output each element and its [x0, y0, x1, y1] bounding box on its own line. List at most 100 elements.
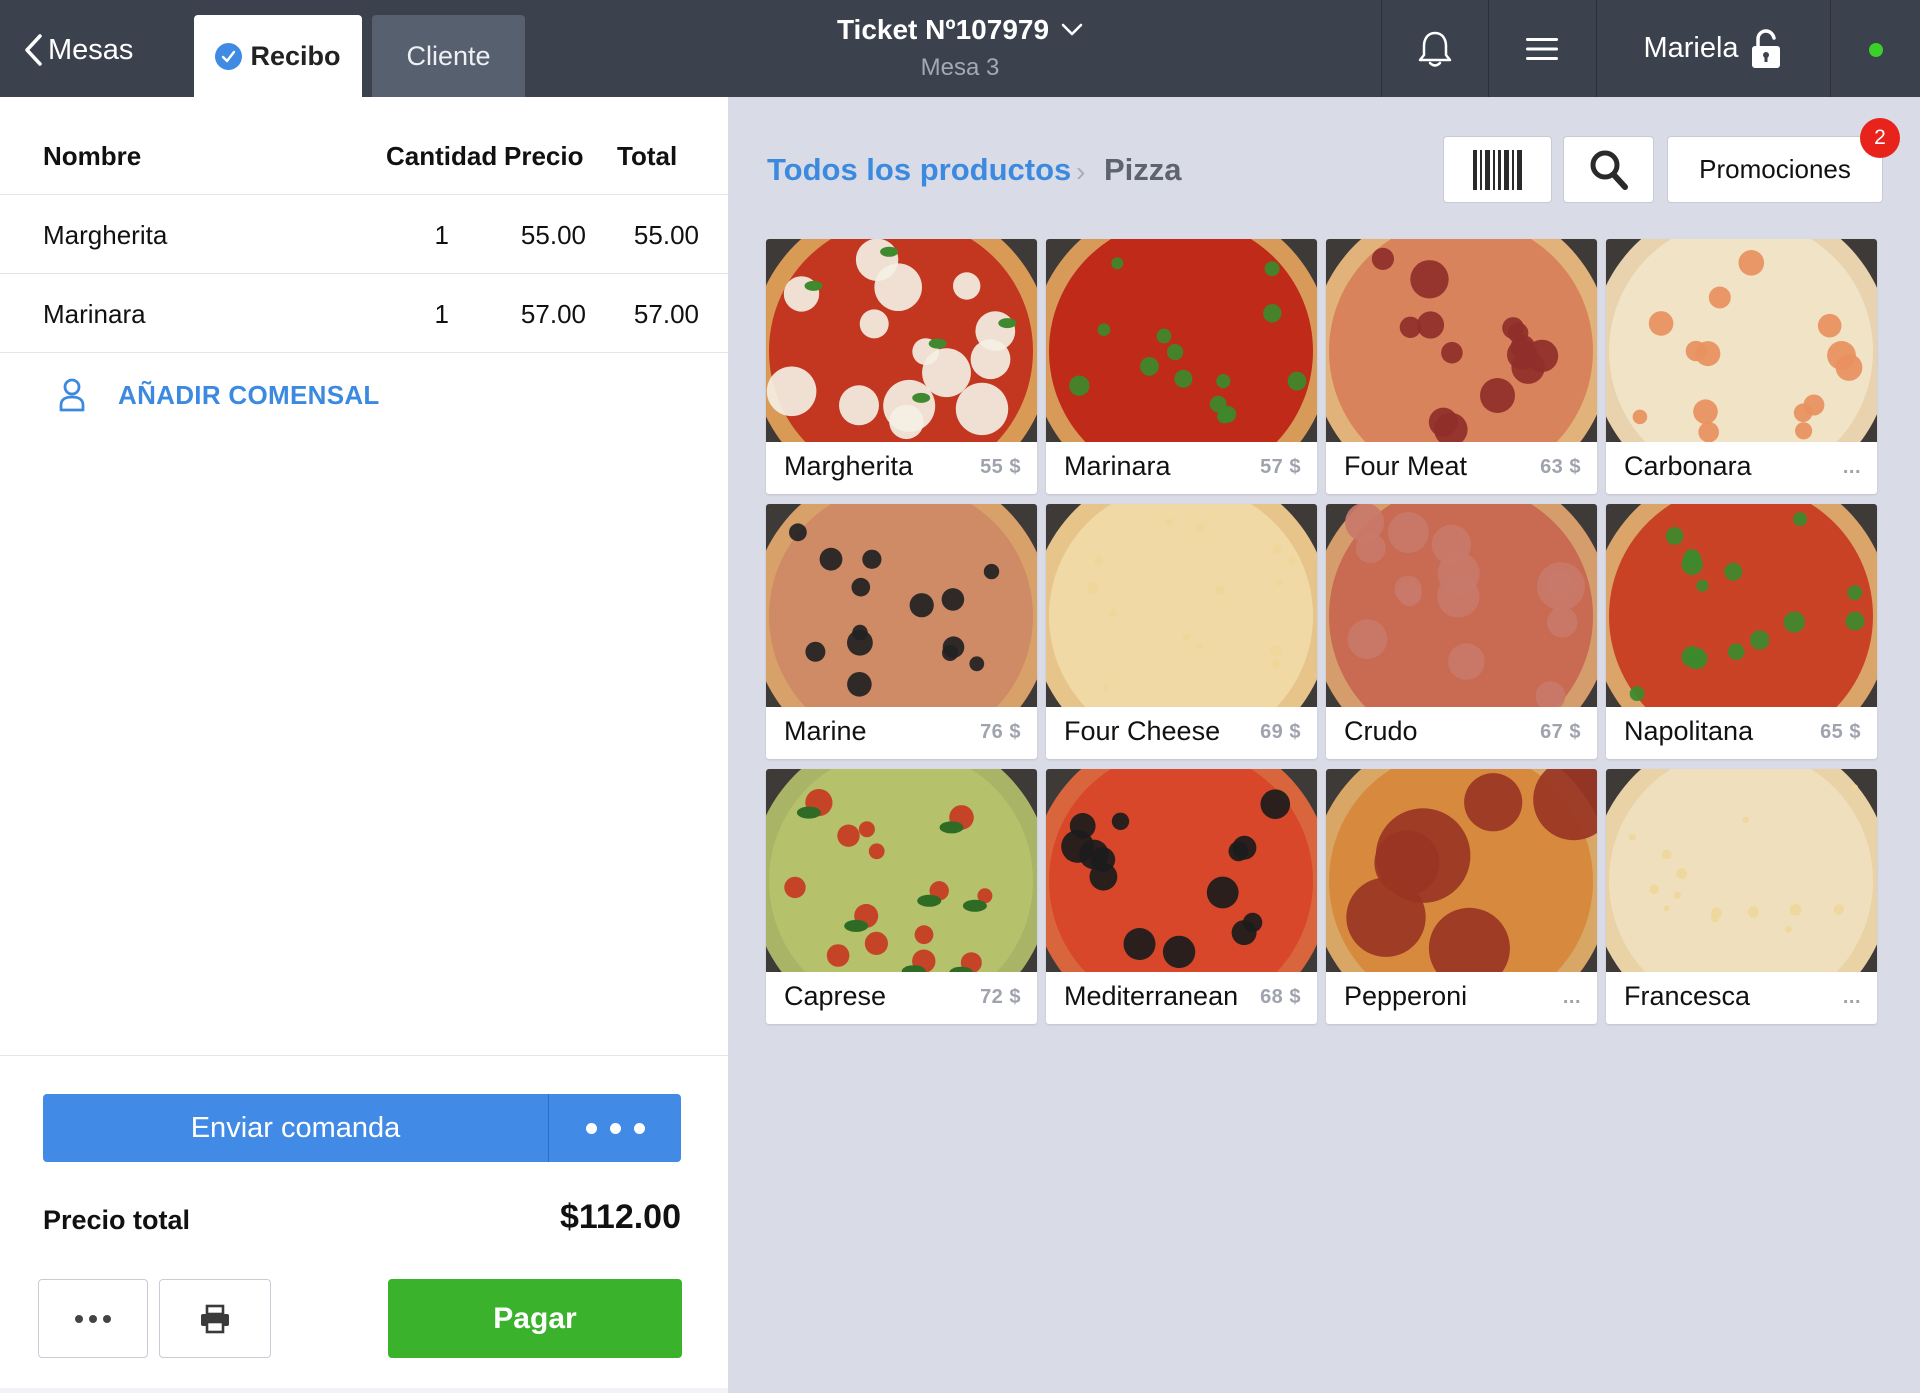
header-divider: [1830, 0, 1831, 97]
product-price: ...: [1562, 986, 1581, 1008]
product-name: Crudo: [1344, 716, 1418, 746]
back-label: Mesas: [48, 33, 134, 66]
barcode-icon: [1472, 149, 1522, 190]
product-card[interactable]: Margherita 55 $: [766, 239, 1037, 494]
pizza-image: [1046, 239, 1317, 442]
dot-icon: [633, 1122, 645, 1134]
chevron-down-icon: [1061, 23, 1083, 36]
product-price: 72 $: [980, 986, 1021, 1008]
item-total: 55.00: [633, 220, 699, 250]
notifications-button[interactable]: [1381, 0, 1488, 97]
item-name: Marinara: [43, 299, 146, 329]
product-card[interactable]: Mediterranean 68 $: [1046, 769, 1317, 1024]
item-total: 57.00: [633, 299, 699, 329]
product-name: Four Meat: [1344, 451, 1468, 481]
user-lock-button[interactable]: Mariela: [1596, 0, 1830, 97]
pizza-image: [1046, 504, 1317, 707]
breadcrumb-all-products[interactable]: Todos los productos: [767, 152, 1071, 188]
pay-button[interactable]: Pagar: [388, 1279, 682, 1358]
product-name: Four Cheese: [1064, 716, 1221, 746]
pizza-image: [1046, 769, 1317, 972]
add-guest-label: AÑADIR COMENSAL: [118, 379, 380, 410]
back-to-tables-button[interactable]: Mesas: [22, 28, 133, 72]
product-name: Francesca: [1624, 981, 1751, 1011]
column-header-total: Total: [617, 141, 678, 171]
user-name: Mariela: [1643, 32, 1739, 64]
product-name: Margherita: [784, 451, 914, 481]
product-price: 57 $: [1260, 456, 1301, 478]
unlock-icon: [1751, 28, 1780, 68]
product-name: Caprese: [784, 981, 887, 1011]
product-price: ...: [1842, 986, 1861, 1008]
pizza-image: [1326, 239, 1597, 442]
product-name: Napolitana: [1624, 716, 1754, 746]
dot-icon: [89, 1314, 97, 1323]
checkmark-icon: [215, 42, 243, 70]
product-card[interactable]: Four Cheese 69 $: [1046, 504, 1317, 759]
pizza-image: [1326, 769, 1597, 972]
print-button[interactable]: [159, 1279, 271, 1358]
tab-client[interactable]: Cliente: [372, 15, 525, 97]
bell-icon: [1418, 31, 1451, 67]
item-quantity: 1: [434, 299, 449, 329]
product-card[interactable]: Francesca...: [1606, 769, 1877, 1024]
more-options-button[interactable]: [38, 1279, 148, 1358]
product-price: 68 $: [1260, 986, 1301, 1008]
product-name: Mediterranean: [1064, 981, 1239, 1011]
person-icon: [59, 378, 85, 412]
dot-icon: [75, 1314, 83, 1323]
promotions-count-badge: 2: [1860, 118, 1900, 158]
pizza-image: [766, 504, 1037, 707]
item-price: 57.00: [520, 299, 586, 329]
product-price: 76 $: [980, 721, 1021, 743]
product-price: 67 $: [1540, 721, 1581, 743]
receipt-panel: Nombre Cantidad Precio Total Margherita …: [0, 97, 728, 1393]
breadcrumb-separator: ›: [1076, 156, 1086, 187]
column-header-quantity: Cantidad: [386, 141, 498, 171]
product-card[interactable]: Four Meat 63 $: [1326, 239, 1597, 494]
item-price: 55.00: [520, 220, 586, 250]
dot-icon: [585, 1122, 597, 1134]
pizza-image: [766, 239, 1037, 442]
divider: [0, 1055, 728, 1056]
menu-button[interactable]: [1488, 0, 1596, 97]
product-price: 55 $: [980, 456, 1021, 478]
item-quantity: 1: [434, 220, 449, 250]
hamburger-menu-icon: [1526, 37, 1558, 60]
search-button[interactable]: [1563, 136, 1654, 203]
barcode-scan-button[interactable]: [1443, 136, 1552, 203]
pizza-image: [766, 769, 1037, 972]
ticket-title: Ticket Nº107979: [836, 14, 1050, 45]
product-card[interactable]: Marine 76 $: [766, 504, 1037, 759]
chevron-left-icon: [25, 34, 42, 66]
add-guest-button[interactable]: AÑADIR COMENSAL: [58, 377, 380, 413]
product-card[interactable]: Marinara 57 $: [1046, 239, 1317, 494]
send-order-button[interactable]: Enviar comanda: [43, 1094, 548, 1162]
tab-receipt[interactable]: Recibo: [194, 15, 362, 97]
product-card[interactable]: Napolitana 65 $: [1606, 504, 1877, 759]
product-card[interactable]: Caprese 72 $: [766, 769, 1037, 1024]
product-price: 63 $: [1540, 456, 1581, 478]
product-card[interactable]: Carbonara...: [1606, 239, 1877, 494]
ticket-selector[interactable]: Ticket Nº107979 Mesa 3: [800, 14, 1120, 82]
tab-receipt-label: Recibo: [250, 40, 341, 71]
product-price: 69 $: [1260, 721, 1301, 743]
product-price: 65 $: [1820, 721, 1861, 743]
dot-icon: [609, 1122, 621, 1134]
item-name: Margherita: [43, 220, 168, 250]
product-card[interactable]: Crudo 67 $: [1326, 504, 1597, 759]
total-price-value: $112.00: [559, 1198, 681, 1236]
column-header-price: Precio: [504, 141, 584, 171]
product-card[interactable]: Pepperoni...: [1326, 769, 1597, 1024]
pizza-image: [1606, 239, 1877, 442]
promotions-button[interactable]: Promociones: [1667, 136, 1883, 203]
dot-icon: [103, 1314, 111, 1323]
pizza-image: [1606, 769, 1877, 972]
product-name: Carbonara: [1624, 451, 1752, 481]
tab-client-label: Cliente: [406, 40, 491, 71]
send-options-button[interactable]: [548, 1094, 681, 1162]
pizza-image: [1326, 504, 1597, 707]
panel-footer: [0, 1388, 728, 1393]
product-name: Marine: [784, 716, 867, 746]
product-name: Pepperoni: [1344, 981, 1468, 1011]
